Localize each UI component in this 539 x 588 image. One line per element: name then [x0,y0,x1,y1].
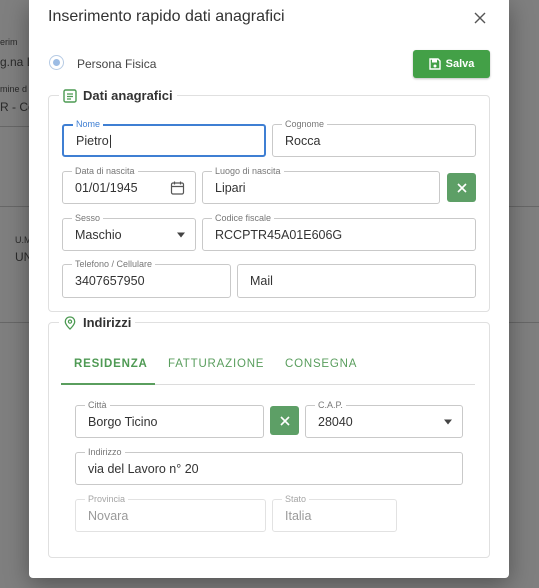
nome-value-wrap: Pietro [76,133,111,148]
sesso-value: Maschio [75,227,122,242]
nome-label: Nome [73,119,104,129]
list-icon [63,88,77,103]
stato-value: Italia [285,508,312,523]
nome-value: Pietro [76,133,109,148]
stato-field: Stato Italia [272,494,397,532]
active-tab-indicator [61,383,155,385]
chevron-down-icon [444,419,452,424]
clear-icon [279,415,290,426]
text-cursor [109,134,111,148]
save-button-label: Salva [445,58,475,70]
data-nascita-label: Data di nascita [72,166,138,176]
close-icon[interactable] [471,9,489,27]
nome-field[interactable]: Nome Pietro [62,119,266,157]
cognome-label: Cognome [282,119,328,129]
cap-value: 28040 [318,414,353,429]
tab-residenza[interactable]: RESIDENZA [74,358,148,370]
cap-label: C.A.P. [315,400,346,410]
provincia-value: Novara [88,508,129,523]
indirizzo-field[interactable]: Indirizzo via del Lavoro n° 20 [75,447,463,485]
cap-select[interactable]: C.A.P. 28040 [305,400,463,438]
codice-fiscale-value: RCCPTR45A01E606G [215,227,343,242]
clear-luogo-button[interactable] [447,173,476,202]
telefono-value: 3407657950 [75,274,145,288]
dati-anagrafici-title: Dati anagrafici [83,88,173,103]
dati-anagrafici-legend: Dati anagrafici [59,88,177,103]
citta-value: Borgo Ticino [88,414,158,429]
quick-registry-dialog: Inserimento rapido dati anagrafici Perso… [29,0,509,578]
codice-fiscale-field[interactable]: Codice fiscale RCCPTR45A01E606G [202,213,476,251]
sesso-label: Sesso [72,213,104,223]
luogo-nascita-value: Lipari [215,180,246,195]
save-icon [428,58,441,70]
luogo-nascita-field[interactable]: Luogo di nascita Lipari [202,166,440,204]
clear-icon [456,182,467,193]
telefono-field[interactable]: Telefono / Cellulare 3407657950 [62,259,231,298]
chevron-down-icon [177,232,185,237]
provincia-label: Provincia [85,494,129,504]
tab-fatturazione[interactable]: FATTURAZIONE [168,358,264,370]
persona-fisica-label: Persona Fisica [77,57,157,71]
codice-fiscale-label: Codice fiscale [212,213,275,223]
location-pin-icon [64,315,76,330]
clear-citta-button[interactable] [270,406,299,435]
citta-field[interactable]: Città Borgo Ticino [75,400,264,438]
indirizzo-value: via del Lavoro n° 20 [88,461,199,476]
indirizzo-label: Indirizzo [85,447,125,457]
sesso-select[interactable]: Sesso Maschio [62,213,196,251]
luogo-nascita-label: Luogo di nascita [212,166,284,176]
save-button[interactable]: Salva [413,50,490,78]
indirizzi-title: Indirizzi [83,315,132,330]
persona-fisica-radio[interactable] [49,55,64,70]
data-nascita-value: 01/01/1945 [75,180,138,195]
tab-consegna[interactable]: CONSEGNA [285,358,357,370]
indirizzi-legend: Indirizzi [59,315,136,330]
mail-field[interactable]: Mail [237,264,476,298]
data-nascita-field[interactable]: Data di nascita 01/01/1945 [62,166,196,204]
mail-placeholder: Mail [250,274,273,288]
dialog-title: Inserimento rapido dati anagrafici [48,8,285,25]
calendar-icon[interactable] [170,180,185,195]
citta-label: Città [85,400,110,410]
provincia-field: Provincia Novara [75,494,266,532]
cognome-value: Rocca [285,133,321,148]
telefono-label: Telefono / Cellulare [72,259,156,269]
cognome-field[interactable]: Cognome Rocca [272,119,476,157]
stato-label: Stato [282,494,310,504]
